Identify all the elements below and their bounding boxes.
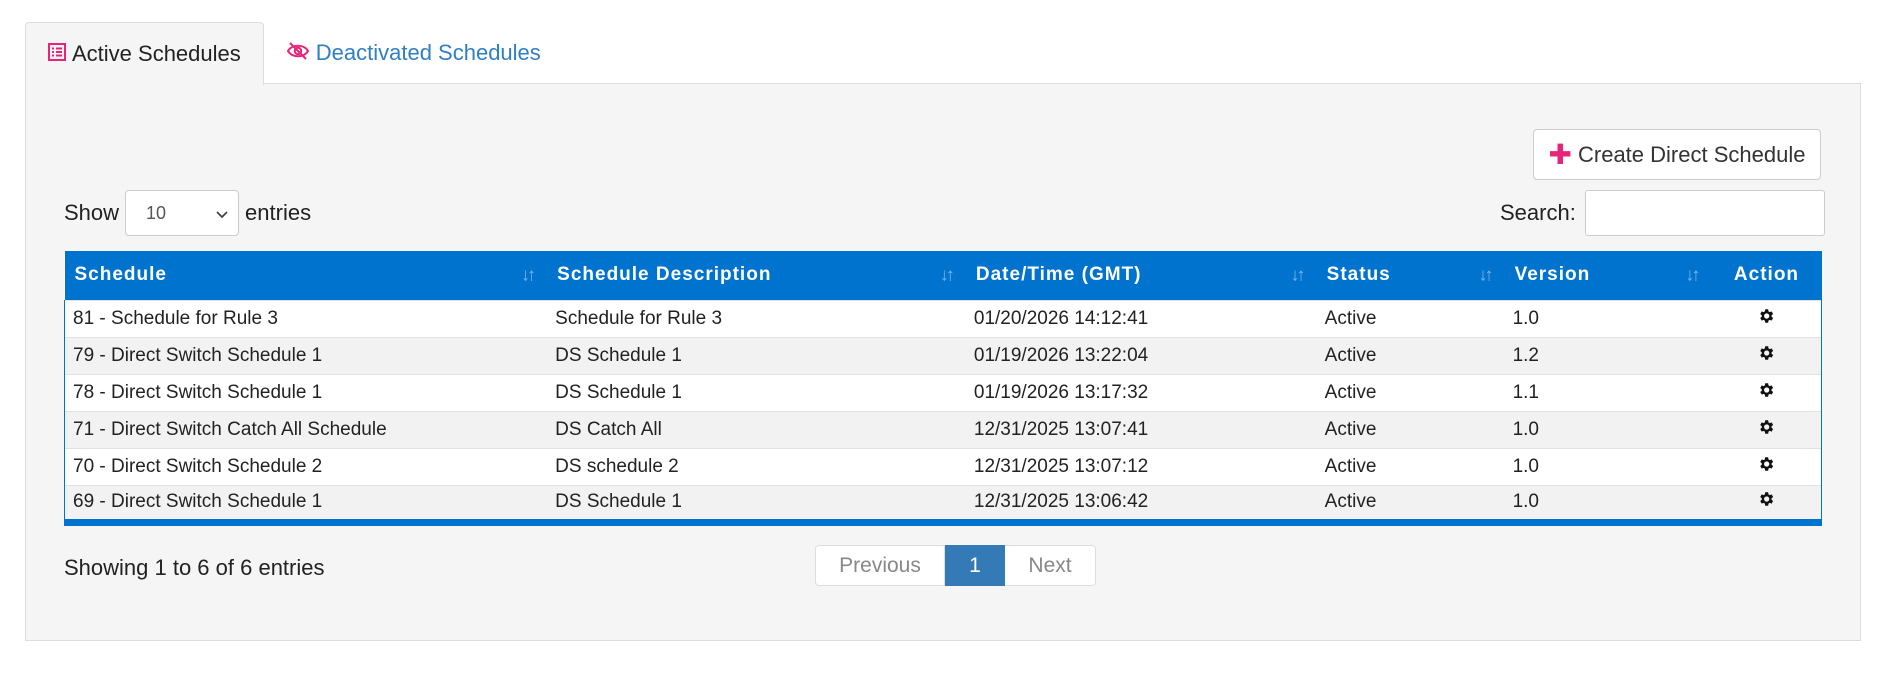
sort-icon: ↓↑ <box>521 264 536 285</box>
tab-active-schedules[interactable]: Active Schedules <box>25 22 264 85</box>
cell-datetime: 01/19/2026 13:22:04 <box>965 336 1317 374</box>
column-header-action: Action <box>1711 251 1822 300</box>
cell-schedule: 81 - Schedule for Rule 3 <box>64 299 548 337</box>
cell-status: Active <box>1316 447 1505 485</box>
table-info: Showing 1 to 6 of 6 entries <box>64 555 325 580</box>
column-header-datetime[interactable]: Date/Time (GMT) ↓↑ <box>965 251 1317 300</box>
entries-label: entries <box>245 200 312 225</box>
cell-status: Active <box>1316 336 1505 374</box>
sort-icon: ↓↑ <box>1478 264 1494 285</box>
cell-description: DS Schedule 1 <box>547 336 966 374</box>
cell-schedule: 79 - Direct Switch Schedule 1 <box>64 336 548 374</box>
cell-version: 1.2 <box>1504 336 1712 374</box>
cell-status: Active <box>1316 484 1505 526</box>
cell-schedule: 69 - Direct Switch Schedule 1 <box>64 484 548 526</box>
cell-schedule: 78 - Direct Switch Schedule 1 <box>64 373 548 411</box>
gear-icon[interactable] <box>1757 344 1775 368</box>
column-label: Schedule <box>74 264 167 286</box>
eye-slash-icon <box>286 40 316 66</box>
cell-datetime: 12/31/2025 13:07:12 <box>965 447 1317 485</box>
search-control: Search: <box>1500 190 1825 236</box>
column-header-schedule[interactable]: Schedule ↓↑ <box>64 251 548 300</box>
create-direct-schedule-button[interactable]: ✚ Create Direct Schedule <box>1533 129 1821 180</box>
cell-version: 1.0 <box>1504 299 1712 337</box>
cell-description: Schedule for Rule 3 <box>547 299 966 337</box>
entries-length-control: Show 10 entries <box>64 190 311 236</box>
cell-description: DS schedule 2 <box>547 447 966 485</box>
tab-deactivated-schedules[interactable]: Deactivated Schedules <box>264 22 563 84</box>
gear-icon[interactable] <box>1757 381 1775 405</box>
cell-version: 1.0 <box>1504 484 1712 526</box>
next-page-button[interactable]: Next <box>1005 545 1096 586</box>
entries-select-value: 10 <box>146 202 167 223</box>
cell-action <box>1711 336 1823 374</box>
cell-action <box>1711 299 1823 337</box>
gear-icon[interactable] <box>1757 455 1775 479</box>
cell-version: 1.1 <box>1504 373 1712 411</box>
search-input[interactable] <box>1584 190 1825 236</box>
show-label: Show <box>64 200 120 225</box>
cell-description: DS Catch All <box>547 410 966 448</box>
sort-icon: ↓↑ <box>939 264 955 285</box>
cell-version: 1.0 <box>1504 447 1712 485</box>
cell-action <box>1711 410 1823 448</box>
cell-status: Active <box>1316 410 1505 448</box>
column-header-description[interactable]: Schedule Description ↓↑ <box>547 251 966 300</box>
cell-description: DS Schedule 1 <box>547 484 966 526</box>
column-header-version[interactable]: Version ↓↑ <box>1504 251 1712 300</box>
cell-schedule: 71 - Direct Switch Catch All Schedule <box>64 410 548 448</box>
gear-icon[interactable] <box>1757 418 1775 442</box>
cell-action <box>1711 373 1823 411</box>
cell-action <box>1711 447 1823 485</box>
table-row: 70 - Direct Switch Schedule 2 DS schedul… <box>64 447 1823 485</box>
chevron-down-icon <box>216 203 228 224</box>
column-label: Schedule Description <box>557 264 772 286</box>
previous-page-button[interactable]: Previous <box>815 545 945 586</box>
cell-status: Active <box>1316 299 1505 337</box>
cell-status: Active <box>1316 373 1505 411</box>
cell-description: DS Schedule 1 <box>547 373 966 411</box>
cell-datetime: 12/31/2025 13:06:42 <box>965 484 1317 526</box>
column-header-status[interactable]: Status ↓↑ <box>1316 251 1505 300</box>
table-header-row: Schedule ↓↑ Schedule Description ↓↑ Date/T… <box>64 251 1822 300</box>
tab-bar: Active Schedules Deactivated Schedules <box>25 22 563 85</box>
table-row: 71 - Direct Switch Catch All Schedule DS… <box>64 410 1823 448</box>
tab-label: Deactivated Schedules <box>315 40 541 65</box>
table-row: 78 - Direct Switch Schedule 1 DS Schedul… <box>64 373 1823 411</box>
cell-version: 1.0 <box>1504 410 1712 448</box>
sort-icon: ↓↑ <box>1290 264 1306 285</box>
schedules-table: Schedule ↓↑ Schedule Description ↓↑ Date/T… <box>64 251 1823 526</box>
cell-action <box>1711 484 1823 526</box>
column-label: Status <box>1326 264 1391 286</box>
plus-icon: ✚ <box>1548 138 1572 170</box>
sort-icon: ↓↑ <box>1685 264 1700 285</box>
column-label: Date/Time (GMT) <box>975 264 1142 286</box>
cell-datetime: 01/19/2026 13:17:32 <box>965 373 1317 411</box>
search-label: Search: <box>1500 200 1576 225</box>
create-label: Create Direct Schedule <box>1578 141 1806 167</box>
page-1-button[interactable]: 1 <box>945 545 1005 586</box>
column-label: Version <box>1514 264 1591 286</box>
table-row: 69 - Direct Switch Schedule 1 DS Schedul… <box>64 484 1823 526</box>
table-row: 81 - Schedule for Rule 3 Schedule for Ru… <box>64 299 1823 337</box>
table-row: 79 - Direct Switch Schedule 1 DS Schedul… <box>64 336 1823 374</box>
cell-datetime: 12/31/2025 13:07:41 <box>965 410 1317 448</box>
list-icon <box>48 41 72 67</box>
entries-select[interactable]: 10 <box>125 190 240 236</box>
gear-icon[interactable] <box>1757 490 1775 514</box>
pagination: Previous 1 Next <box>815 545 1096 586</box>
cell-schedule: 70 - Direct Switch Schedule 2 <box>64 447 548 485</box>
tab-label: Active Schedules <box>72 41 241 66</box>
cell-datetime: 01/20/2026 14:12:41 <box>965 299 1317 337</box>
gear-icon[interactable] <box>1757 307 1775 331</box>
column-label: Action <box>1733 264 1800 286</box>
